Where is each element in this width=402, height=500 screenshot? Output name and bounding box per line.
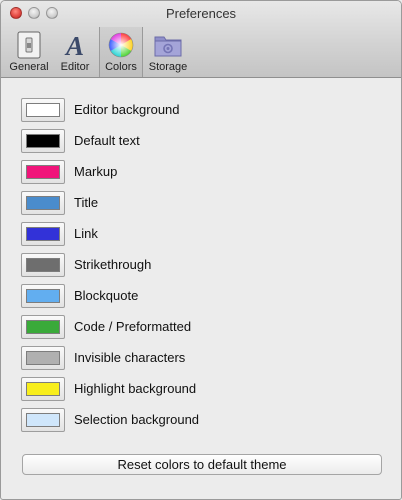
color-swatch-fill	[26, 103, 60, 117]
color-setting-label: Invisible characters	[74, 350, 186, 365]
color-setting-label: Code / Preformatted	[74, 319, 192, 334]
tab-general-label: General	[9, 61, 49, 73]
color-well[interactable]	[21, 160, 65, 184]
color-setting-label: Default text	[74, 133, 140, 148]
tab-storage[interactable]: Storage	[145, 27, 191, 77]
color-setting-row: Selection background	[21, 408, 199, 439]
color-well[interactable]	[21, 377, 65, 401]
tab-storage-label: Storage	[148, 61, 188, 73]
preferences-window: Preferences General A Editor Colors Stor…	[0, 0, 402, 500]
color-swatch-fill	[26, 165, 60, 179]
color-well[interactable]	[21, 315, 65, 339]
color-well[interactable]	[21, 191, 65, 215]
tab-editor-label: Editor	[60, 61, 90, 73]
color-setting-row: Default text	[21, 129, 199, 160]
color-setting-row: Code / Preformatted	[21, 315, 199, 346]
window-title: Preferences	[165, 6, 237, 21]
color-well[interactable]	[21, 129, 65, 153]
color-swatch-fill	[26, 382, 60, 396]
tab-colors-label: Colors	[105, 61, 137, 73]
color-well[interactable]	[21, 222, 65, 246]
color-settings-list: Editor background Default text Markup Title…	[21, 98, 199, 439]
switch-icon	[13, 30, 45, 60]
color-setting-row: Link	[21, 222, 199, 253]
preferences-toolbar: General A Editor Colors Storage	[7, 27, 193, 77]
color-well[interactable]	[21, 98, 65, 122]
color-setting-row: Blockquote	[21, 284, 199, 315]
color-setting-row: Invisible characters	[21, 346, 199, 377]
color-setting-row: Highlight background	[21, 377, 199, 408]
color-well[interactable]	[21, 346, 65, 370]
color-swatch-fill	[26, 351, 60, 365]
color-setting-label: Strikethrough	[74, 257, 152, 272]
font-icon: A	[59, 30, 91, 60]
color-well[interactable]	[21, 253, 65, 277]
color-swatch-fill	[26, 196, 60, 210]
folder-icon	[152, 30, 184, 60]
color-swatch-fill	[26, 320, 60, 334]
color-setting-label: Editor background	[74, 102, 180, 117]
reset-colors-button[interactable]: Reset colors to default theme	[22, 454, 382, 475]
tab-editor[interactable]: A Editor	[53, 27, 97, 77]
svg-text:A: A	[64, 31, 84, 59]
color-setting-label: Title	[74, 195, 99, 210]
color-setting-row: Editor background	[21, 98, 199, 129]
color-swatch-fill	[26, 413, 60, 427]
color-setting-label: Highlight background	[74, 381, 197, 396]
color-setting-label: Link	[74, 226, 98, 241]
color-setting-row: Markup	[21, 160, 199, 191]
color-swatch-fill	[26, 289, 60, 303]
tab-general[interactable]: General	[7, 27, 51, 77]
color-setting-label: Markup	[74, 164, 118, 179]
color-setting-label: Selection background	[74, 412, 200, 427]
title-bar: Preferences General A Editor Colors Stor…	[1, 1, 401, 78]
color-wheel-icon	[105, 30, 137, 60]
color-setting-row: Strikethrough	[21, 253, 199, 284]
color-well[interactable]	[21, 408, 65, 432]
tab-colors[interactable]: Colors	[99, 27, 143, 77]
color-setting-label: Blockquote	[74, 288, 139, 303]
color-setting-row: Title	[21, 191, 199, 222]
color-well[interactable]	[21, 284, 65, 308]
color-swatch-fill	[26, 134, 60, 148]
color-swatch-fill	[26, 258, 60, 272]
color-swatch-fill	[26, 227, 60, 241]
